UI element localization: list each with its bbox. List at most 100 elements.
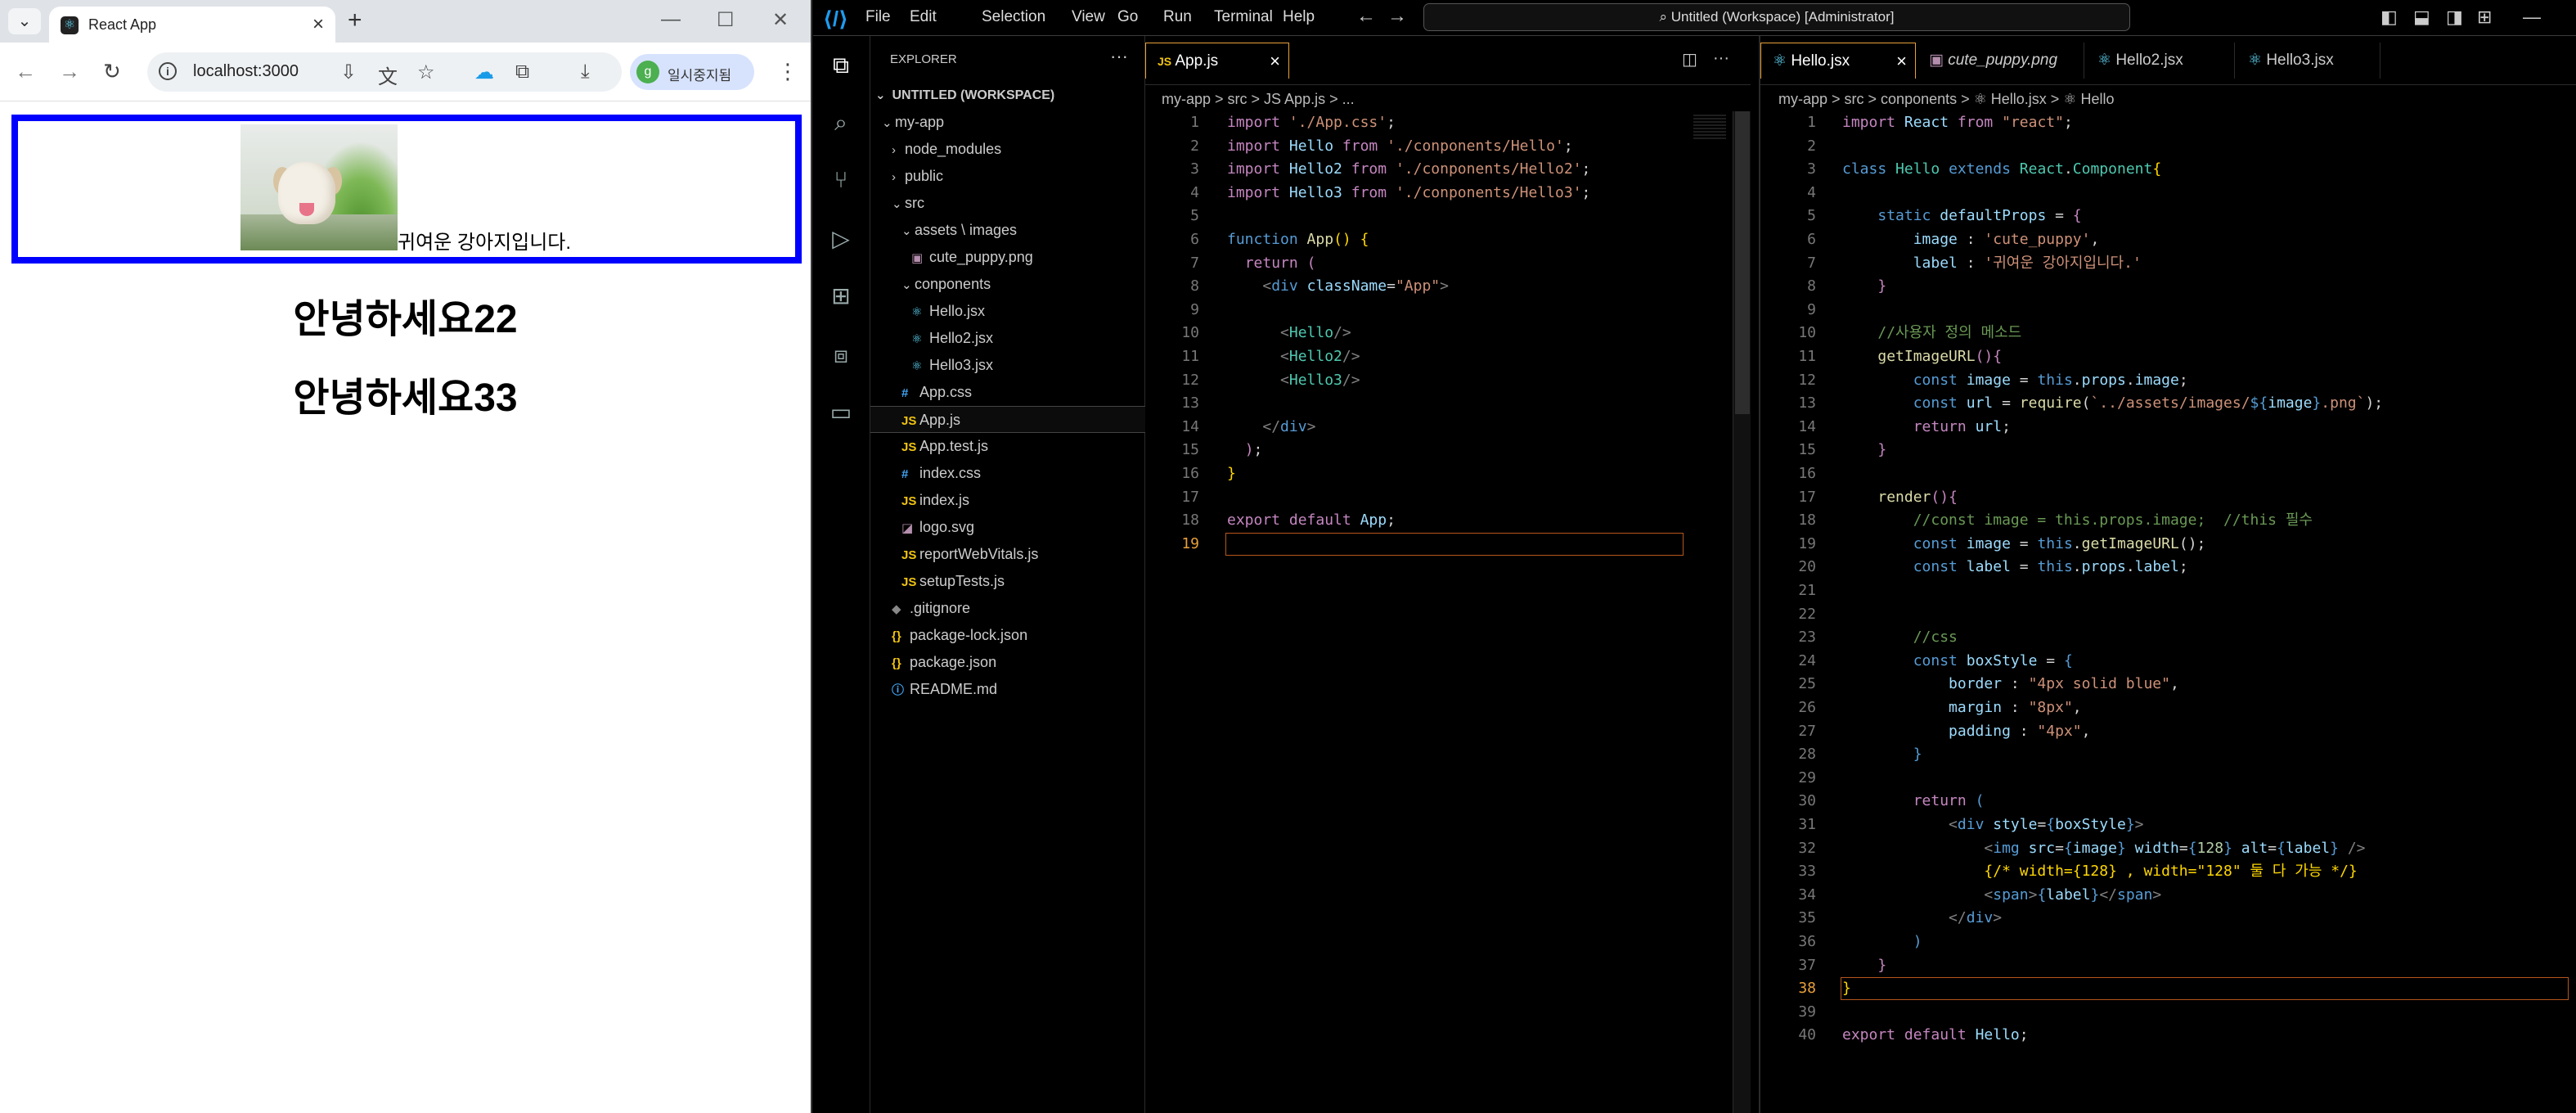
new-tab-icon[interactable]: + [348,7,362,34]
code-line[interactable]: padding : "4px", [1842,720,2090,744]
download-icon[interactable]: ⤓ [581,61,590,83]
code-line[interactable]: <Hello3/> [1227,369,1360,393]
code-line[interactable]: ) [1842,931,1922,954]
customize-layout-icon[interactable]: ⊞ [2477,7,2492,28]
tree-item[interactable]: JS App.test.js [870,433,1145,460]
minimize-icon[interactable]: — [661,8,681,31]
tree-item[interactable]: ⚛ Hello2.jsx [870,325,1145,352]
back-icon[interactable]: ← [15,59,36,84]
maximize-icon[interactable]: ☐ [717,8,735,32]
code-line[interactable]: label : '귀여운 강아지입니다.' [1842,252,2142,276]
menu-selection[interactable]: Selection [982,8,1045,26]
site-info-icon[interactable]: i [159,62,177,80]
browser-menu-icon[interactable]: ⋮ [777,59,798,84]
code-line[interactable]: border : "4px solid blue", [1842,673,2179,696]
menu-go[interactable]: Go [1117,8,1138,26]
code-line[interactable]: } [1842,743,1922,767]
tree-item[interactable]: ⓘ README.md [870,676,1145,703]
tree-item[interactable]: JS setupTests.js [870,568,1145,595]
code-line[interactable]: <span>{label}</span> [1842,884,2161,908]
tree-item[interactable]: JS index.js [870,487,1145,514]
code-line[interactable]: const image = this.props.image; [1842,369,2188,393]
tab-hello-jsx[interactable]: ⚛ Hello.jsx × [1760,43,1916,79]
tab-hello3-jsx[interactable]: ⚛ Hello3.jsx [2237,43,2380,79]
menu-view[interactable]: View [1072,8,1105,26]
translate-icon[interactable]: 文 [378,61,398,89]
tree-item[interactable]: › node_modules [870,136,1145,163]
extensions-icon[interactable]: ⧉ [515,61,529,83]
code-line[interactable]: } [1842,439,1886,462]
scrollbar[interactable] [1733,111,1751,1113]
code-line[interactable]: image : 'cute_puppy', [1842,228,2100,252]
code-line[interactable]: } [1842,954,1886,978]
tree-item[interactable]: {} package.json [870,649,1145,676]
breadcrumb[interactable]: my-app > src > conponents > ⚛ Hello.jsx … [1778,87,2114,111]
tree-item[interactable]: ⚛ Hello3.jsx [870,352,1145,379]
close-tab-icon[interactable]: × [1270,43,1280,79]
minimize-icon[interactable]: — [2523,7,2541,28]
extensions-icon[interactable]: ⊞ [825,280,857,313]
tree-item[interactable]: # index.css [870,460,1145,487]
forward-icon[interactable]: → [1387,5,1407,28]
tree-item[interactable]: ⌄ my-app [870,109,1145,136]
code-line[interactable]: export default App; [1227,509,1396,533]
code-line[interactable]: const boxStyle = { [1842,650,2073,674]
tree-item[interactable]: ⌄ src [870,190,1145,217]
tab-search-button[interactable]: ⌄ [8,8,41,34]
code-line[interactable]: const url = require(`../assets/images/${… [1842,392,2383,416]
tab-cute-puppy-png[interactable]: ▣ cute_puppy.png [1917,43,2084,79]
code-line[interactable]: import React from "react"; [1842,111,2073,135]
more-actions-icon[interactable]: ··· [1713,49,1729,68]
code-line[interactable]: <Hello/> [1227,322,1351,345]
scrollbar-thumb[interactable] [1735,111,1750,414]
code-line[interactable]: } [1842,977,1851,1001]
breadcrumb[interactable]: my-app > src > JS App.js > ... [1162,87,1355,111]
remote-explorer-icon[interactable]: ⧈ [825,339,857,372]
code-line[interactable]: function App() { [1227,228,1369,252]
address-url[interactable]: localhost:3000 [193,62,299,81]
tree-item[interactable]: JS App.js [870,406,1145,433]
install-app-icon[interactable]: ⇩ [340,61,357,84]
toggle-panel-icon[interactable]: ⬓ [2413,7,2430,28]
code-line[interactable]: import Hello from './conponents/Hello'; [1227,135,1573,159]
tree-item[interactable]: ◆ .gitignore [870,595,1145,622]
tree-item[interactable]: ⌄ assets \ images [870,217,1145,244]
address-bar[interactable]: i localhost:3000 ⇩ 文 ☆ ☁ ⧉ ⤓ [147,52,622,92]
code-line[interactable]: import Hello3 from './conponents/Hello3'… [1227,182,1590,205]
code-line[interactable]: } [1842,275,1886,299]
tree-item[interactable]: ⚛ Hello.jsx [870,298,1145,325]
code-line[interactable]: getImageURL(){ [1842,345,2002,369]
tree-item[interactable]: {} package-lock.json [870,622,1145,649]
command-center[interactable]: ⌕ Untitled (Workspace) [Administrator] [1423,3,2130,31]
tree-item[interactable]: ▣ cute_puppy.png [870,244,1145,271]
code-line[interactable]: //const image = this.props.image; //this… [1842,509,2313,533]
run-debug-icon[interactable]: ▷ [825,223,857,255]
code-line[interactable]: import './App.css'; [1227,111,1396,135]
reload-icon[interactable]: ↻ [103,59,121,84]
tree-item[interactable]: ⌄ conponents [870,271,1145,298]
tree-item[interactable]: ◪ logo.svg [870,514,1145,541]
tab-hello2-jsx[interactable]: ⚛ Hello2.jsx [2086,43,2235,79]
code-line[interactable]: return ( [1227,252,1316,276]
code-line[interactable]: <div style={boxStyle}> [1842,813,2143,837]
code-line[interactable]: margin : "8px", [1842,696,2082,720]
menu-help[interactable]: Help [1283,8,1315,26]
explorer-icon[interactable]: ⧉ [825,49,857,82]
bookmark-star-icon[interactable]: ☆ [417,61,435,84]
code-line[interactable]: //사용자 정의 메소드 [1842,322,2021,345]
code-line[interactable]: //css [1842,626,1958,650]
profile-button[interactable]: g 일시중지됨 [630,54,754,90]
code-line[interactable]: return url; [1842,416,2011,439]
code-line[interactable]: export default Hello; [1842,1024,2029,1048]
toggle-primary-sidebar-icon[interactable]: ◧ [2380,7,2398,28]
menu-run[interactable]: Run [1163,8,1192,26]
source-control-icon[interactable]: ⑂ [825,164,857,196]
more-actions-icon[interactable]: ··· [1110,46,1128,67]
tab-app-js[interactable]: JS App.js × [1145,43,1289,79]
menu-edit[interactable]: Edit [910,8,937,26]
workspace-header[interactable]: ⌄ UNTITLED (WORKSPACE) [870,82,1145,109]
code-line[interactable]: render(){ [1842,486,1958,510]
code-line[interactable]: {/* width={128} , width="128" 둘 다 가능 */} [1842,860,2357,884]
code-line[interactable]: class Hello extends React.Component{ [1842,158,2161,182]
browser-tab[interactable]: ⚛ React App × [49,7,335,43]
